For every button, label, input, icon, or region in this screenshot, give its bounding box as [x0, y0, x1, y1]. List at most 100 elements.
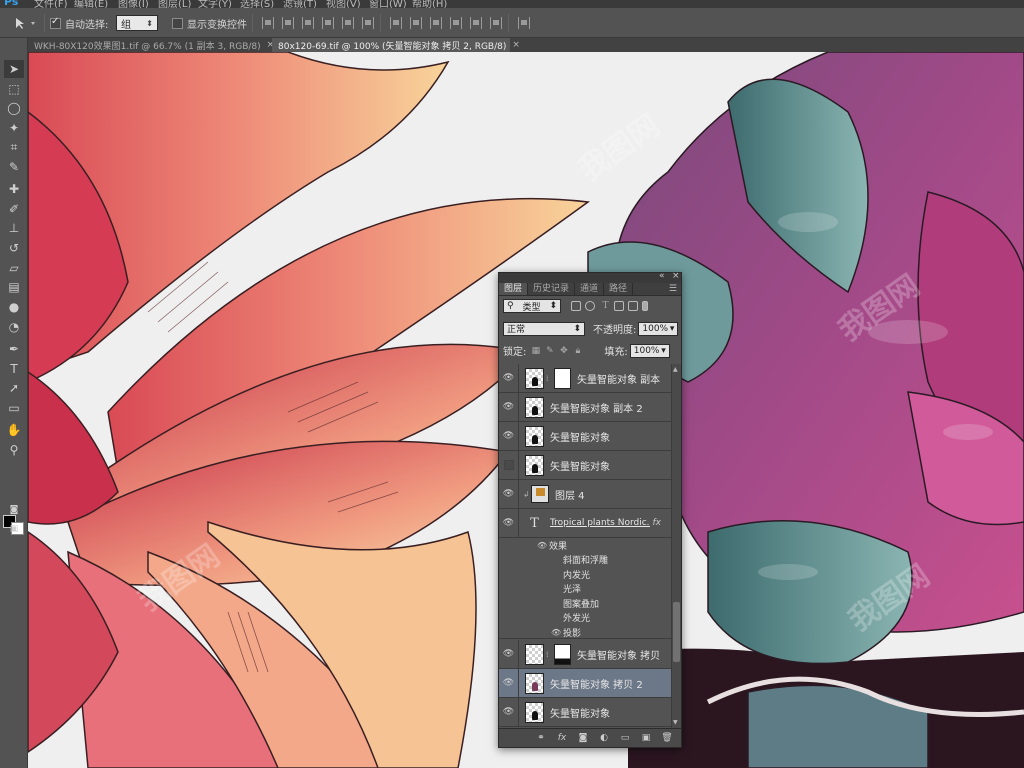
history-brush-icon[interactable]: ↺ [4, 239, 24, 257]
adjustment-layer-icon[interactable]: ◐ [598, 733, 610, 744]
blend-mode-dropdown[interactable]: 正常 ⬍ [503, 321, 585, 336]
hand-icon[interactable]: ✋ [4, 421, 24, 439]
close-icon[interactable]: × [672, 271, 680, 281]
marquee-icon[interactable]: ⬚ [4, 80, 24, 98]
menu-file[interactable]: 文件(F) [34, 0, 68, 8]
move-tool-icon[interactable]: ➤ [4, 60, 24, 78]
menu-window[interactable]: 窗口(W) [369, 0, 407, 8]
lasso-icon[interactable]: ◯ [4, 99, 24, 117]
eyedropper-icon[interactable]: ✎ [4, 158, 24, 176]
distribute-bottom-icon[interactable] [430, 17, 442, 29]
filter-type-icon[interactable]: T [601, 301, 610, 311]
filter-kind-dropdown[interactable]: ⚲ 类型 ⬍ [503, 299, 561, 313]
fill-input[interactable]: 100% ▾ [629, 343, 670, 358]
menu-type[interactable]: 文字(Y) [198, 0, 232, 8]
filter-smart-object-icon[interactable] [628, 301, 638, 311]
collapse-icon[interactable]: « [659, 271, 665, 281]
filter-pixel-icon[interactable] [571, 301, 581, 311]
scroll-down-icon[interactable]: ▼ [673, 719, 678, 726]
lock-all-icon[interactable]: 🔒︎ [573, 346, 582, 356]
lock-position-icon[interactable]: ✥ [559, 346, 568, 356]
distribute-vcenter-icon[interactable] [410, 17, 422, 29]
layer-row[interactable]: 矢量智能对象 [499, 450, 671, 480]
distribute-left-icon[interactable] [450, 17, 462, 29]
panel-menu-icon[interactable]: ☰ [669, 284, 677, 294]
stamp-icon[interactable]: ⊥ [4, 219, 24, 237]
gradient-icon[interactable]: ▤ [4, 278, 24, 296]
visibility-eye-icon[interactable]: 👁︎ [537, 541, 549, 550]
lock-image-icon[interactable]: ✎ [545, 346, 554, 356]
visibility-eye-icon[interactable]: 👁︎ [499, 421, 519, 451]
visibility-off-icon[interactable] [499, 450, 519, 480]
scrollbar-thumb[interactable] [673, 602, 680, 662]
align-hcenter-icon[interactable] [342, 17, 354, 29]
filter-adjustment-icon[interactable] [585, 301, 595, 311]
trash-icon[interactable]: 🗑︎ [661, 733, 673, 744]
filter-toggle-icon[interactable] [642, 301, 648, 311]
shape-icon[interactable]: ▭ [4, 399, 24, 417]
layer-row[interactable]: 👁︎ 矢量智能对象 [499, 421, 671, 451]
visibility-eye-icon[interactable]: 👁︎ [499, 697, 519, 727]
tab-document-2[interactable]: 80x120-69.tif @ 100% (矢量智能对象 拷贝 2, RGB/8… [272, 38, 520, 52]
distribute-right-icon[interactable] [490, 17, 502, 29]
layer-row[interactable]: 👁︎ ⁞ 矢量智能对象 副本 [499, 364, 671, 393]
visibility-eye-icon[interactable]: 👁︎ [499, 508, 519, 538]
effect-item[interactable]: 斜面和浮雕 [499, 553, 671, 568]
menu-edit[interactable]: 编辑(E) [74, 0, 108, 8]
tab-channels[interactable]: 通道 [575, 283, 605, 295]
link-layers-icon[interactable]: ⚭ [535, 733, 547, 744]
visibility-eye-icon[interactable]: 👁︎ [499, 639, 519, 669]
quick-mask-icon[interactable]: ◙ [4, 501, 24, 519]
tab-layers[interactable]: 图层 [499, 283, 529, 295]
opacity-input[interactable]: 100% ▾ [638, 321, 679, 336]
layer-row[interactable]: 👁︎ ↲ 图层 4 [499, 479, 671, 509]
layers-scrollbar[interactable]: ▲ ▼ [671, 364, 681, 728]
align-bottom-icon[interactable] [302, 17, 314, 29]
align-vcenter-icon[interactable] [282, 17, 294, 29]
fx-icon[interactable]: fx [556, 733, 568, 744]
add-mask-icon[interactable]: ◙ [577, 733, 589, 744]
effect-item[interactable]: 图案叠加 [499, 596, 671, 611]
layer-row[interactable]: 👁︎ 矢量智能对象 副本 2 [499, 392, 671, 422]
layer-row-text[interactable]: 👁︎ T Tropical plants Nordic... fx [499, 508, 671, 538]
effect-item[interactable]: 内发光 [499, 567, 671, 582]
show-transform-checkbox[interactable]: 显示变换控件 [172, 15, 247, 31]
fx-icon[interactable]: fx [653, 518, 662, 528]
pen-icon[interactable]: ✒ [4, 340, 24, 358]
menu-help[interactable]: 帮助(H) [412, 0, 447, 8]
brush-icon[interactable]: ✐ [4, 200, 24, 218]
new-layer-icon[interactable]: ▣ [640, 733, 652, 744]
visibility-eye-icon[interactable]: 👁︎ [551, 628, 563, 637]
visibility-eye-icon[interactable]: 👁︎ [499, 479, 519, 509]
distribute-top-icon[interactable] [390, 17, 402, 29]
magic-wand-icon[interactable]: ✦ [4, 119, 24, 137]
healing-icon[interactable]: ✚ [4, 180, 24, 198]
panel-header[interactable]: « × [499, 271, 681, 283]
layer-row[interactable]: 👁︎ ⁞ 矢量智能对象 拷贝 [499, 639, 671, 669]
new-group-icon[interactable]: ▭ [619, 733, 631, 744]
filter-shape-icon[interactable] [614, 301, 624, 311]
blur-icon[interactable]: ● [4, 298, 24, 316]
lock-transparent-icon[interactable]: ▦ [531, 346, 541, 356]
visibility-eye-icon[interactable]: 👁︎ [499, 364, 519, 393]
effect-item[interactable]: 外发光 [499, 611, 671, 626]
screen-mode-icon[interactable]: ▣ [4, 520, 24, 538]
auto-select-checkbox[interactable]: 自动选择: [50, 15, 108, 31]
crop-icon[interactable]: ⌗ [4, 138, 24, 156]
scroll-up-icon[interactable]: ▲ [673, 366, 678, 373]
effects-header[interactable]: 👁︎ 效果 [499, 538, 671, 553]
layer-row[interactable]: 👁︎ 矢量智能对象 [499, 697, 671, 727]
close-icon[interactable]: × [512, 40, 520, 50]
auto-align-icon[interactable] [518, 17, 530, 29]
align-right-icon[interactable] [362, 17, 374, 29]
zoom-icon[interactable]: ⚲ [4, 441, 24, 459]
visibility-eye-icon[interactable]: 👁︎ [499, 392, 519, 422]
tab-document-1[interactable]: WKH-80X120效果图1.tif @ 66.7% (1 副本 3, RGB/… [28, 38, 274, 52]
auto-select-dropdown[interactable]: 组 ⬍ [116, 15, 158, 31]
menu-layer[interactable]: 图层(L) [158, 0, 191, 8]
move-tool-preset[interactable] [14, 15, 38, 31]
visibility-eye-icon[interactable]: 👁︎ [499, 668, 519, 698]
layer-row-selected[interactable]: 👁︎ 矢量智能对象 拷贝 2 [499, 668, 671, 698]
path-select-icon[interactable]: ➚ [4, 379, 24, 397]
type-icon[interactable]: T [4, 360, 24, 378]
